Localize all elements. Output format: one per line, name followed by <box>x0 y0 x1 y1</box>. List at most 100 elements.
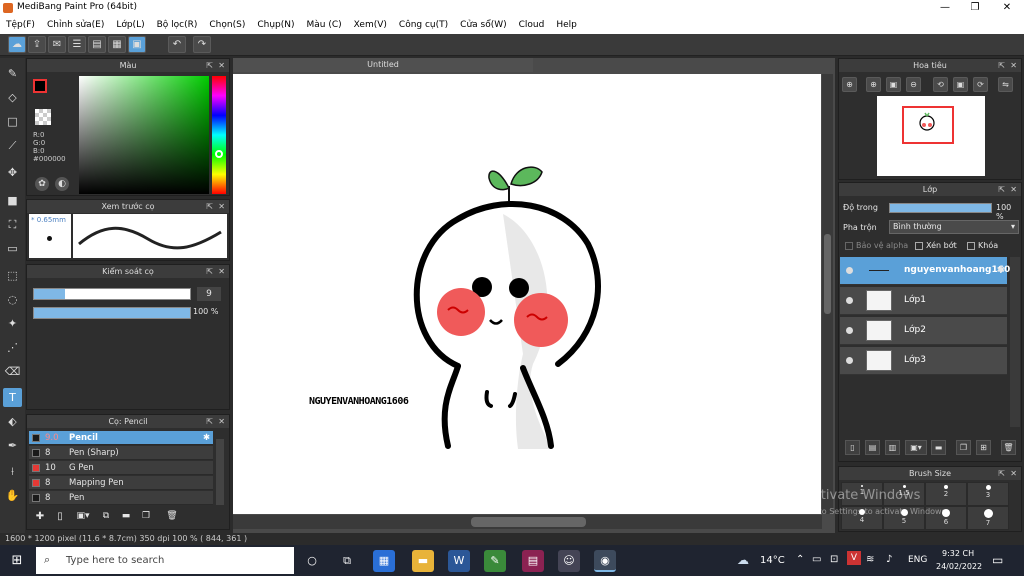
layer-opacity-slider[interactable] <box>889 203 992 213</box>
windows-start-icon[interactable]: ⊞ <box>6 550 28 572</box>
delete-layer-icon[interactable]: 🗑 <box>1001 440 1016 455</box>
comment-icon[interactable]: ✉ <box>48 36 66 53</box>
popout-icon[interactable]: ⇱ <box>206 200 213 213</box>
volume-icon[interactable]: ♪ <box>886 554 892 565</box>
trash-icon[interactable]: 🗑 <box>165 511 179 525</box>
popout-icon[interactable]: ⇱ <box>998 59 1005 72</box>
notification-icon[interactable]: ▭ <box>992 553 1003 567</box>
zoom-out-icon[interactable]: ⊖ <box>906 77 921 92</box>
copy-icon[interactable]: ❐ <box>139 511 153 525</box>
language-indicator[interactable]: ENG <box>908 555 927 565</box>
rotate-left-icon[interactable]: ⟲ <box>933 77 948 92</box>
reset-view-icon[interactable]: ▣ <box>953 77 968 92</box>
visibility-icon[interactable] <box>846 267 853 274</box>
layer-blend-select[interactable]: Bình thường ▾ <box>889 220 1019 234</box>
lasso-tool-icon[interactable]: ◌ <box>3 290 22 309</box>
chevron-up-icon[interactable]: ⌃ <box>796 554 804 565</box>
menu-window[interactable]: Cửa sổ(W) <box>454 16 512 34</box>
duplicate-layer-icon[interactable]: ❐ <box>956 440 971 455</box>
eyedropper-tool-icon[interactable]: ⟊ <box>3 462 22 481</box>
chat-icon[interactable]: ☰ <box>68 36 86 53</box>
protect-alpha-checkbox[interactable]: Bảo vệ alpha <box>845 241 908 250</box>
brush-tool-icon[interactable]: ✎ <box>3 64 22 83</box>
dropper-tool-icon[interactable]: ✒ <box>3 436 22 455</box>
color-wheel-icon[interactable]: ◐ <box>55 177 69 191</box>
layer-row-lop2[interactable]: Lớp2 <box>840 317 1007 345</box>
magic-wand-tool-icon[interactable]: ✦ <box>3 314 22 333</box>
paint-app-icon[interactable]: ◉ <box>594 550 616 572</box>
hue-slider[interactable] <box>212 76 226 194</box>
game-icon[interactable]: ☺ <box>558 550 580 572</box>
cortana-icon[interactable]: ○ <box>301 550 323 572</box>
minimize-button[interactable]: — <box>930 0 960 16</box>
popout-icon[interactable]: ⇱ <box>206 265 213 278</box>
saturation-value-picker[interactable] <box>79 76 209 194</box>
popout-icon[interactable]: ⇱ <box>998 183 1005 196</box>
clip-checkbox[interactable]: Xén bớt <box>915 241 957 250</box>
tile-icon[interactable]: ▣ <box>128 36 146 53</box>
canvas-horizontal-scrollbar[interactable] <box>233 515 822 529</box>
redo-icon[interactable]: ↷ <box>193 36 211 53</box>
flip-icon[interactable]: ⇋ <box>998 77 1013 92</box>
navigator-thumbnail[interactable] <box>877 96 985 176</box>
fit-window-icon[interactable]: ▣ <box>886 77 901 92</box>
close-button[interactable]: ✕ <box>992 0 1022 16</box>
brush-item-pen-sharp[interactable]: 8 Pen (Sharp) <box>29 446 213 460</box>
popout-icon[interactable]: ⇱ <box>206 59 213 72</box>
vertical-scroll-thumb[interactable] <box>824 234 831 314</box>
gradient-tool-icon[interactable]: ▭ <box>3 239 22 258</box>
operation-tool-icon[interactable]: ⬖ <box>3 412 22 431</box>
medibang-taskbar-icon[interactable]: ✎ <box>484 550 506 572</box>
vpn-icon[interactable]: V <box>847 551 861 565</box>
brush-size-cell[interactable]: 3 <box>967 482 1009 506</box>
close-icon[interactable]: ✕ <box>218 59 225 72</box>
lock-checkbox[interactable]: Khóa <box>967 241 998 250</box>
grid-icon[interactable]: ▦ <box>108 36 126 53</box>
menu-color[interactable]: Màu (C) <box>301 16 348 34</box>
close-icon[interactable]: ✕ <box>1010 59 1017 72</box>
restore-button[interactable]: ❐ <box>960 0 990 16</box>
duplicate-brush-icon[interactable]: ⧉ <box>99 511 113 525</box>
new-layer-icon[interactable]: ▯ <box>845 440 860 455</box>
canvas-vertical-scrollbar[interactable] <box>822 74 833 514</box>
clock-date[interactable]: 24/02/2022 <box>936 562 982 571</box>
close-icon[interactable]: ✕ <box>218 415 225 428</box>
eraser-tool-icon[interactable]: ◇ <box>3 88 22 107</box>
layer-menu-icon[interactable]: ▣▾ <box>905 440 927 455</box>
popout-icon[interactable]: ⇱ <box>206 415 213 428</box>
folder-icon[interactable]: ▬ <box>119 511 133 525</box>
menu-cloud[interactable]: Cloud <box>513 16 551 34</box>
taskbar-search-box[interactable]: ⌕ Type here to search <box>36 547 294 574</box>
document-tab[interactable]: Untitled <box>233 58 533 72</box>
close-icon[interactable]: ✕ <box>1010 467 1017 480</box>
pen-tool-icon[interactable]: ⟋ <box>3 136 22 155</box>
brush-size-cell[interactable]: 7 <box>967 506 1009 530</box>
brush-item-pen[interactable]: 8 Pen <box>29 491 213 505</box>
layer-row-lop1[interactable]: Lớp1 <box>840 287 1007 315</box>
close-icon[interactable]: ✕ <box>218 265 225 278</box>
add-brush-icon[interactable]: ✚ <box>33 511 47 525</box>
new-color-layer-icon[interactable]: ▤ <box>865 440 880 455</box>
new-brush-icon[interactable]: ▯ <box>53 511 67 525</box>
select-eraser-tool-icon[interactable]: ⌫ <box>3 362 22 381</box>
menu-layer[interactable]: Lớp(L) <box>110 16 150 34</box>
rect-tool-icon[interactable]: □ <box>3 112 22 131</box>
word-icon[interactable]: W <box>448 550 470 572</box>
brush-size-slider[interactable] <box>33 288 191 300</box>
menu-file[interactable]: Tệp(F) <box>0 16 41 34</box>
menu-tools[interactable]: Công cụ(T) <box>393 16 454 34</box>
brush-item-g-pen[interactable]: 10 G Pen <box>29 461 213 475</box>
move-tool-icon[interactable]: ✥ <box>3 163 22 182</box>
layer-list-scrollbar[interactable] <box>1010 257 1020 427</box>
upload-icon[interactable]: ⇪ <box>28 36 46 53</box>
undo-icon[interactable]: ↶ <box>168 36 186 53</box>
layer-row-lop3[interactable]: Lớp3 <box>840 347 1007 375</box>
close-icon[interactable]: ✕ <box>1010 183 1017 196</box>
select-rect-tool-icon[interactable]: ⬚ <box>3 266 22 285</box>
popout-icon[interactable]: ⇱ <box>998 467 1005 480</box>
visibility-icon[interactable] <box>846 357 853 364</box>
brush-item-mapping-pen[interactable]: 8 Mapping Pen <box>29 476 213 490</box>
store-icon[interactable]: ▦ <box>373 550 395 572</box>
text-tool-icon[interactable]: T <box>3 388 22 407</box>
bucket-tool-icon[interactable]: ⛶ <box>3 215 22 234</box>
